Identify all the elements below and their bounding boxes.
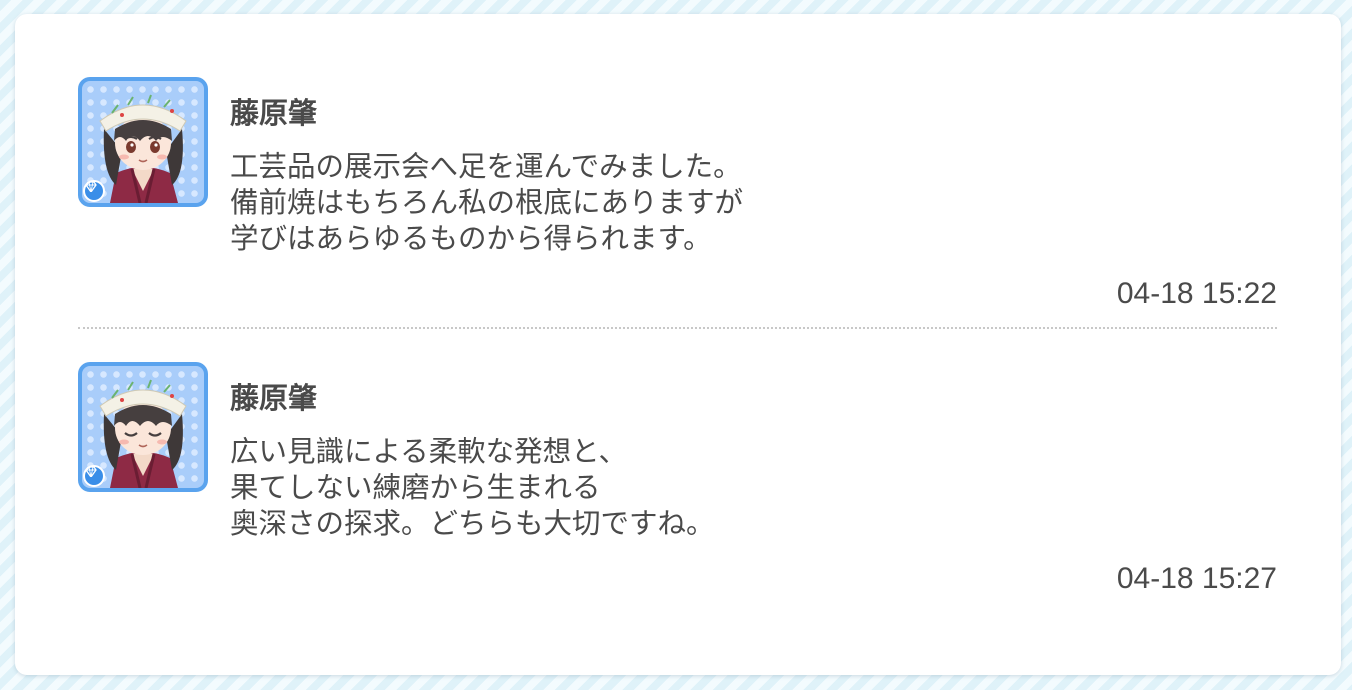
post-timestamp: 04-18 15:27	[1116, 562, 1277, 595]
message-line: 学びはあらゆるものから得られます。	[230, 222, 712, 255]
message-text: 広い見識による柔軟な発想と、 果てしない練磨から生まれる 奥深さの探求。どちらも…	[230, 434, 990, 542]
message-line: 備前焼はもちろん私の根底にありますが	[230, 186, 744, 219]
avatar[interactable]	[78, 362, 208, 492]
author-name: 藤原肇	[230, 96, 318, 130]
author-name: 藤原肇	[230, 381, 318, 415]
message-line: 工芸品の展示会へ足を運んでみました。	[230, 150, 742, 183]
avatar[interactable]	[78, 77, 208, 207]
diamond-gem-icon	[83, 180, 105, 202]
message-line: 奥深さの探求。どちらも大切ですね。	[230, 507, 715, 540]
message-feed-card: 藤原肇 工芸品の展示会へ足を運んでみました。 備前焼はもちろん私の根底にあります…	[15, 14, 1341, 675]
message-text: 工芸品の展示会へ足を運んでみました。 備前焼はもちろん私の根底にありますが 学び…	[230, 149, 990, 257]
message-line: 果てしない練磨から生まれる	[230, 471, 601, 504]
message-line: 広い見識による柔軟な発想と、	[230, 435, 628, 468]
post-timestamp: 04-18 15:22	[1116, 277, 1277, 310]
post-divider	[78, 327, 1277, 329]
diamond-gem-icon	[83, 465, 105, 487]
